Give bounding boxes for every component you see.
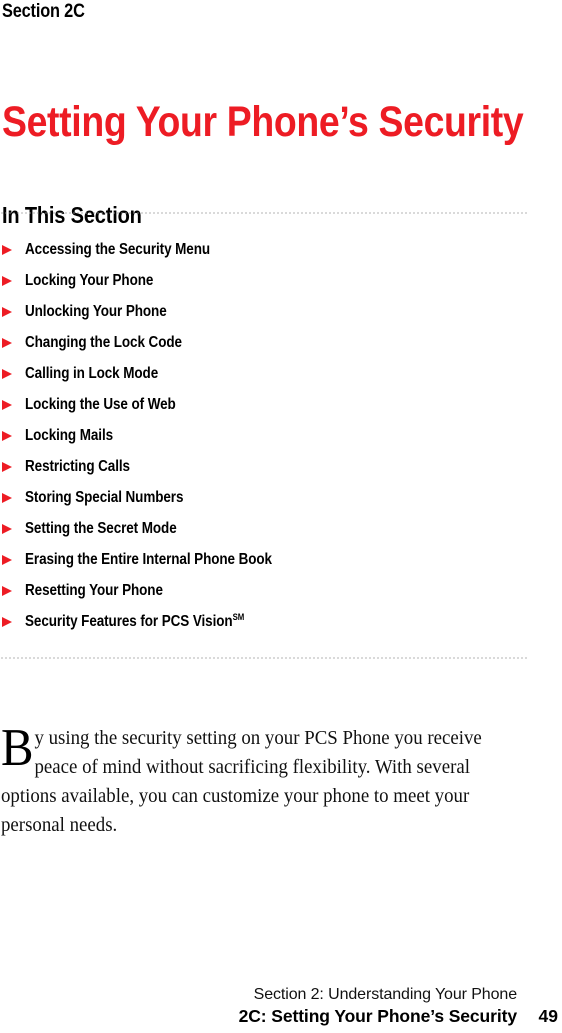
toc-item[interactable]: Erasing the Entire Internal Phone Book xyxy=(0,544,540,575)
intro-paragraph-text: y using the security setting on your PCS… xyxy=(1,726,482,836)
toc-item[interactable]: Accessing the Security Menu xyxy=(0,234,540,265)
footer-section-label: Section 2: Understanding Your Phone xyxy=(253,986,517,1003)
toc-item[interactable]: Resetting Your Phone xyxy=(0,575,540,606)
toc-item[interactable]: Restricting Calls xyxy=(0,451,540,482)
toc-item-label: Storing Special Numbers xyxy=(25,488,184,506)
service-mark-superscript: SM xyxy=(232,611,245,622)
toc-item[interactable]: Changing the Lock Code xyxy=(0,327,540,358)
toc-item[interactable]: Storing Special Numbers xyxy=(0,482,540,513)
arrow-right-icon xyxy=(2,616,12,627)
arrow-right-icon xyxy=(2,523,12,534)
toc-item-label: Locking Mails xyxy=(25,426,114,444)
toc-item[interactable]: Locking Your Phone xyxy=(0,265,540,296)
toc-item-label: Resetting Your Phone xyxy=(25,581,163,599)
drop-cap: B xyxy=(1,718,34,777)
toc-item-label: Accessing the Security Menu xyxy=(25,240,211,258)
arrow-right-icon xyxy=(2,337,12,348)
toc-item[interactable]: Locking the Use of Web xyxy=(0,389,540,420)
in-this-section-heading: In This Section xyxy=(2,202,142,229)
page-footer: Section 2: Understanding Your Phone 2C: … xyxy=(0,985,562,1033)
manual-page: Section 2C Setting Your Phone’s Security… xyxy=(0,0,562,1033)
toc-item-label: Setting the Secret Mode xyxy=(25,519,177,537)
toc-item-label: Restricting Calls xyxy=(25,457,130,475)
arrow-right-icon xyxy=(2,244,12,255)
arrow-right-icon xyxy=(2,275,12,286)
toc-item-label: Security Features for PCS VisionSM xyxy=(25,611,245,630)
intro-paragraph: By using the security setting on your PC… xyxy=(1,718,487,840)
arrow-right-icon xyxy=(2,399,12,410)
arrow-right-icon xyxy=(2,554,12,565)
arrow-right-icon xyxy=(2,585,12,596)
page-title: Setting Your Phone’s Security xyxy=(2,97,524,146)
section-eyebrow: Section 2C xyxy=(2,1,85,22)
arrow-right-icon xyxy=(2,306,12,317)
toc-item-label: Unlocking Your Phone xyxy=(25,302,167,320)
arrow-right-icon xyxy=(2,368,12,379)
toc-item-label: Locking the Use of Web xyxy=(25,395,176,413)
divider-bottom xyxy=(0,657,528,659)
toc-item[interactable]: Setting the Secret Mode xyxy=(0,513,540,544)
arrow-right-icon xyxy=(2,492,12,503)
toc-item-label: Erasing the Entire Internal Phone Book xyxy=(25,550,272,568)
toc-item-label: Changing the Lock Code xyxy=(25,333,182,351)
toc-item-label: Locking Your Phone xyxy=(25,271,154,289)
page-number: 49 xyxy=(538,1006,558,1026)
toc-item[interactable]: Locking Mails xyxy=(0,420,540,451)
divider-top xyxy=(0,212,528,214)
toc-item-label: Calling in Lock Mode xyxy=(25,364,159,382)
toc-item[interactable]: Security Features for PCS VisionSM xyxy=(0,606,540,637)
toc-item[interactable]: Unlocking Your Phone xyxy=(0,296,540,327)
arrow-right-icon xyxy=(2,461,12,472)
footer-chapter-label: 2C: Setting Your Phone’s Security xyxy=(238,1006,517,1026)
arrow-right-icon xyxy=(2,430,12,441)
toc-item[interactable]: Calling in Lock Mode xyxy=(0,358,540,389)
table-of-contents: Accessing the Security Menu Locking Your … xyxy=(0,234,540,637)
